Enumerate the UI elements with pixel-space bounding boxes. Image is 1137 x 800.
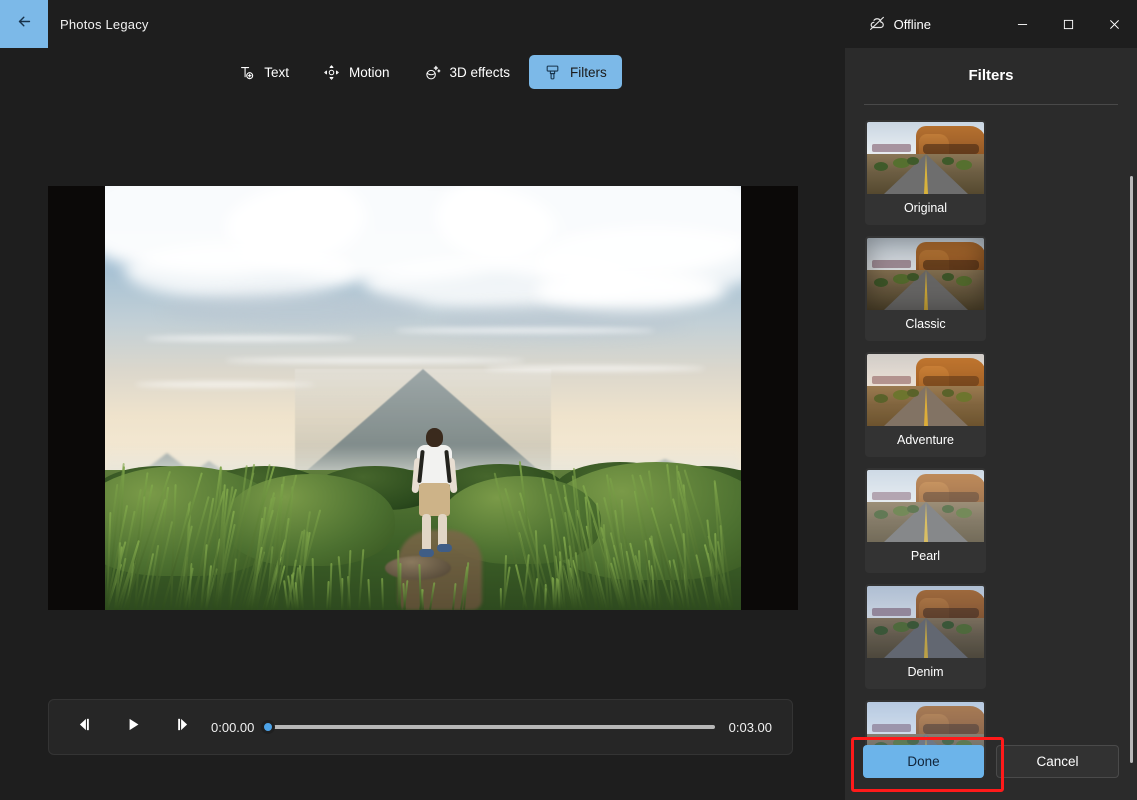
duration-label: 0:03.00 [729, 720, 772, 735]
filter-name: Adventure [867, 426, 984, 455]
motion-icon [323, 64, 340, 81]
filter-card[interactable]: Denim [865, 584, 986, 689]
photos-legacy-window: Photos Legacy Offline Text Motion 3D eff… [0, 0, 1137, 800]
maximize-button[interactable] [1045, 0, 1091, 48]
hiker-figure [407, 428, 461, 568]
filter-name: Original [867, 194, 984, 223]
current-time-label: 0:00.00 [211, 720, 254, 735]
3d-effects-icon [424, 64, 441, 81]
previous-frame-button[interactable] [67, 710, 101, 744]
video-preview[interactable] [48, 186, 798, 610]
preview-photo [105, 186, 741, 610]
edit-toolbar: Text Motion 3D effects Filters [0, 54, 845, 90]
filter-thumbnail [867, 470, 984, 542]
tool-motion-label: Motion [349, 65, 390, 80]
filter-name: Denim [867, 658, 984, 687]
next-frame-icon [174, 716, 191, 738]
timeline-thumb[interactable] [261, 720, 275, 734]
filter-name: Pearl [867, 542, 984, 571]
play-button[interactable] [116, 710, 150, 744]
tool-text-label: Text [264, 65, 289, 80]
offline-status: Offline [868, 14, 931, 35]
back-button[interactable] [0, 0, 48, 48]
filters-brush-icon [544, 64, 561, 81]
letterbox-right [741, 186, 798, 610]
filter-card[interactable]: Original [865, 120, 986, 225]
filter-name: Classic [867, 310, 984, 339]
filters-panel: Filters Original Classic Adventure Pearl Den… [845, 48, 1137, 800]
filter-card[interactable]: Pearl [865, 468, 986, 573]
cancel-button[interactable]: Cancel [996, 745, 1119, 778]
tool-3d-effects-label: 3D effects [450, 65, 511, 80]
title-bar-right: Offline [868, 0, 1137, 48]
filter-thumbnail [867, 238, 984, 310]
offline-label: Offline [894, 17, 931, 32]
filters-grid: OriginalClassicAdventurePearlDenimIceber… [845, 120, 1137, 770]
tool-filters-label: Filters [570, 65, 607, 80]
filter-card[interactable]: Adventure [865, 352, 986, 457]
playback-controls: 0:00.00 0:03.00 [48, 699, 793, 755]
previous-frame-icon [76, 716, 93, 738]
tool-motion[interactable]: Motion [308, 55, 405, 89]
panel-title: Filters [845, 48, 1137, 96]
back-arrow-icon [16, 13, 33, 35]
play-icon [125, 716, 142, 738]
timeline-slider[interactable] [268, 725, 714, 729]
title-bar: Photos Legacy Offline [0, 0, 1137, 48]
cloud-offline-icon [868, 14, 886, 35]
filter-thumbnail [867, 354, 984, 426]
filter-thumbnail [867, 122, 984, 194]
filters-scroll-area[interactable]: OriginalClassicAdventurePearlDenimIceber… [845, 120, 1137, 770]
tool-text[interactable]: Text [223, 55, 304, 89]
filter-thumbnail [867, 586, 984, 658]
close-button[interactable] [1091, 0, 1137, 48]
panel-actions: Done Cancel [845, 722, 1137, 800]
next-frame-button[interactable] [165, 710, 199, 744]
minimize-button[interactable] [999, 0, 1045, 48]
letterbox-left [48, 186, 105, 610]
done-button[interactable]: Done [863, 745, 984, 778]
text-add-icon [238, 64, 255, 81]
tool-3d-effects[interactable]: 3D effects [409, 55, 526, 89]
filters-scrollbar[interactable] [1130, 176, 1133, 763]
app-title: Photos Legacy [60, 17, 149, 32]
panel-divider [864, 104, 1118, 105]
filter-card[interactable]: Classic [865, 236, 986, 341]
tool-filters[interactable]: Filters [529, 55, 622, 89]
